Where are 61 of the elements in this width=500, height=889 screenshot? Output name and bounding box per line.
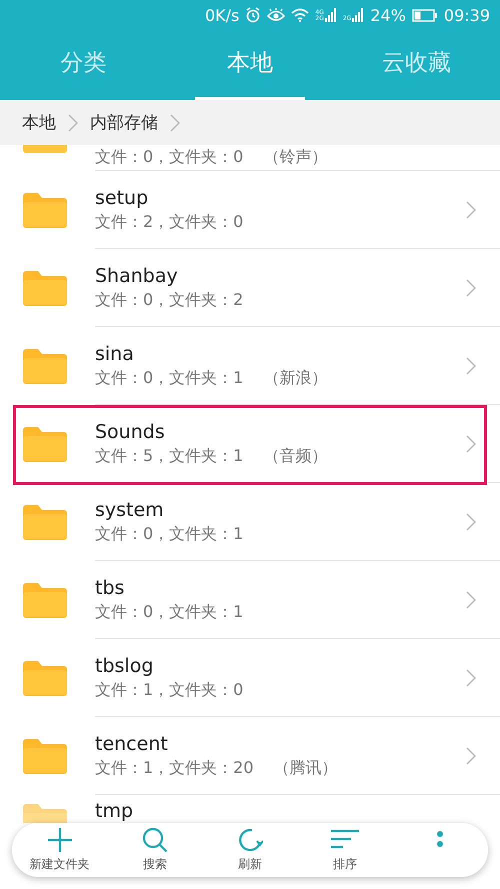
file-count-text: 文件：2，文件夹：0 [95,212,244,232]
file-count-text: 文件：0，文件夹：1 [95,602,244,622]
folder-row[interactable]: sina 文件：0，文件夹：1 （新浪） [0,327,500,405]
chevron-right-icon [466,747,476,765]
folder-name: Sounds [95,420,166,442]
alarm-icon [245,7,262,23]
file-count-text: 文件：0，文件夹：1 [95,368,244,388]
file-count-text: 文件：0，文件夹：0 [95,147,244,168]
file-count-text: 文件：0，文件夹：2 [95,290,244,310]
chevron-right-icon [466,357,476,375]
folder-name: tencent [95,732,169,754]
file-count-text: 文件：1，文件夹：0 [95,680,244,700]
chevron-right-icon [170,114,180,132]
folder-name: system [95,498,165,520]
plus-icon [46,827,73,853]
folder-name: tbslog [95,654,154,676]
folder-name: tbs [95,576,126,598]
folder-note: （音频） [263,446,328,466]
folder-name: Shanbay [95,264,179,286]
signal-icon [324,8,337,22]
chevron-right-icon [466,435,476,453]
folder-name: sina [95,342,135,364]
refresh-icon [237,827,263,853]
signal-icon [352,8,364,22]
add-button[interactable]: 新建文件夹 [12,823,108,877]
folder-row[interactable]: Shanbay 文件：0，文件夹：2 [0,249,500,327]
folder-row[interactable]: tbslog 文件：1，文件夹：0 [0,639,500,717]
sort-button[interactable]: 排序 [298,823,393,877]
folder-row[interactable]: tbs 文件：0，文件夹：1 [0,561,500,639]
more-icon [437,831,444,847]
network-speed: 0K/s [204,6,240,24]
refresh-button[interactable]: 刷新 [202,823,298,877]
search-icon [142,827,168,853]
file-count-text: 文件：5，文件夹：1 [95,446,244,466]
battery-icon [412,8,438,22]
breadcrumb-item[interactable]: 内部存储 [90,111,158,134]
folder-row[interactable]: tmp [0,795,500,823]
chevron-right-icon [466,201,476,219]
chevron-right-icon [466,669,476,687]
breadcrumb-item[interactable]: 本地 [22,111,56,134]
folder-row[interactable]: Sounds 文件：5，文件夹：1 （音频） [0,405,500,483]
folder-note: （铃声） [263,147,328,168]
battery-percent: 24% [370,6,406,24]
chevron-right-icon [466,513,476,531]
folder-name: tmp [95,799,134,823]
wifi-icon [291,8,310,22]
folder-row[interactable]: system 文件：0，文件夹：1 [0,483,500,561]
file-count-text: 文件：0，文件夹：1 [95,524,244,544]
folder-note: （腾讯） [274,758,338,778]
chevron-right-icon [466,279,476,297]
eye-icon [267,8,286,22]
clock-time: 09:39 [444,6,490,24]
folder-note: （新浪） [263,368,328,388]
folder-row[interactable]: tencent 文件：1，文件夹：20 （腾讯） [0,717,500,795]
chevron-right-icon [68,114,78,132]
folder-row[interactable]: 文件：0，文件夹：0 （铃声） [0,145,500,171]
search-button[interactable]: 搜索 [107,823,202,877]
chevron-right-icon [466,591,476,609]
file-count-text: 文件：1，文件夹：20 [95,758,254,778]
folder-row[interactable]: setup 文件：2，文件夹：0 [0,171,500,249]
folder-name: setup [95,186,150,208]
